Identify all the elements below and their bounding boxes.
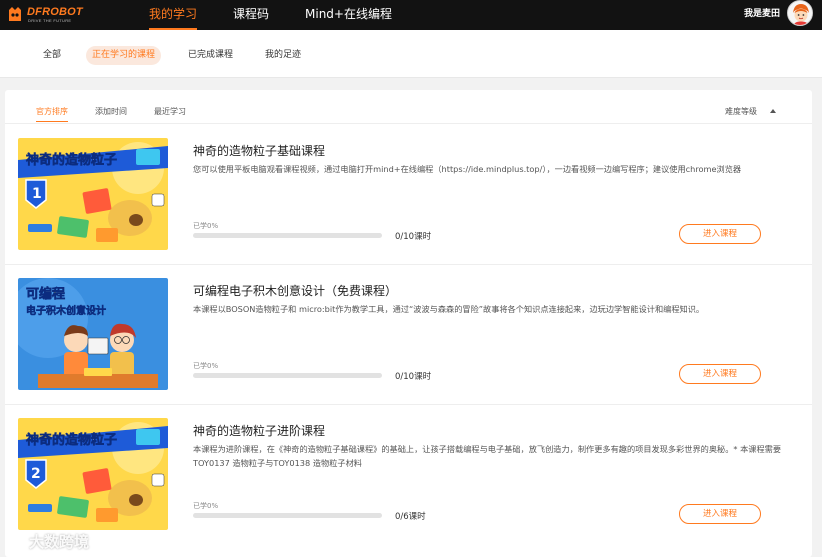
- thumb-title-line2: 电子积木创意设计: [26, 304, 106, 317]
- nav-my-learning[interactable]: 我的学习: [149, 0, 198, 30]
- sort-up-arrow-icon[interactable]: [770, 109, 776, 113]
- logo-wordmark: DFROBOT: [27, 6, 83, 18]
- course-description: 本课程为进阶课程，在《神奇的造物粒子基础课程》的基础上，让孩子搭载编程与电子基础…: [193, 444, 782, 468]
- filter-completed[interactable]: 已完成课程: [188, 46, 233, 65]
- enter-course-button[interactable]: 进入课程: [679, 504, 761, 524]
- course-card: 神奇的造物粒子 2 神奇的造物粒子进阶课程 本课程为进阶课程，在《神奇的造物粒子…: [5, 405, 812, 545]
- dfrobot-logo[interactable]: DFROBOT DRIVE THE FUTURE: [6, 4, 98, 26]
- avatar-icon: [788, 1, 812, 25]
- lesson-count: 0/6课时: [395, 512, 426, 522]
- sort-official[interactable]: 官方排序: [36, 106, 68, 122]
- lesson-count: 0/10课时: [395, 372, 432, 382]
- nav-mindplus-online[interactable]: Mind+在线编程: [305, 0, 392, 30]
- filter-my-footprints[interactable]: 我的足迹: [265, 46, 301, 65]
- enter-course-button[interactable]: 进入课程: [679, 224, 761, 244]
- course-title[interactable]: 神奇的造物粒子基础课程: [193, 142, 325, 159]
- course-card: 可编程 电子积木创意设计 可编程电子积木创意设计（免费课程） 本课程以BOSON…: [5, 265, 812, 405]
- filter-all[interactable]: 全部: [43, 46, 61, 65]
- filter-in-progress[interactable]: 正在学习的课程: [86, 46, 162, 65]
- thumb-title: 神奇的造物粒子: [26, 152, 117, 168]
- sort-bar: 官方排序 添加时间 最近学习 难度等级: [5, 90, 812, 124]
- progress-label: 已学0%: [193, 502, 219, 510]
- watermark-text: 大数跨境: [29, 533, 90, 551]
- thumb-number: 2: [31, 466, 41, 482]
- progress-label: 已学0%: [193, 222, 219, 230]
- course-filter-nav: 全部 正在学习的课程 已完成课程 我的足迹: [0, 30, 822, 78]
- user-avatar[interactable]: [787, 0, 813, 26]
- course-description: 您可以使用平板电脑观看课程视频，通过电脑打开mind+在线编程（https://…: [193, 164, 742, 174]
- robot-logo-icon: [9, 7, 21, 21]
- enter-course-button[interactable]: 进入课程: [679, 364, 761, 384]
- top-navbar: DFROBOT DRIVE THE FUTURE 我的学习 课程码 Mind+在…: [0, 0, 822, 30]
- progress-bar: [193, 373, 382, 378]
- course-thumbnail[interactable]: 神奇的造物粒子 1: [18, 138, 168, 250]
- course-thumbnail[interactable]: 可编程 电子积木创意设计: [18, 278, 168, 390]
- thumb-title: 神奇的造物粒子: [26, 432, 117, 448]
- course-description: 本课程以BOSON造物粒子和 micro:bit作为教学工具，通过“波波与森森的…: [193, 304, 705, 314]
- sort-added-time[interactable]: 添加时间: [95, 106, 127, 117]
- watermark: 大数跨境: [6, 531, 89, 551]
- logo-tagline: DRIVE THE FUTURE: [28, 18, 72, 23]
- course-card: 神奇的造物粒子 1 神奇的造物粒子基础课程 您可以使用平板电脑观看课程视频，通过…: [5, 125, 812, 265]
- sort-difficulty[interactable]: 难度等级: [725, 106, 757, 117]
- nav-course-code[interactable]: 课程码: [233, 0, 269, 30]
- progress-bar: [193, 513, 382, 518]
- course-title[interactable]: 可编程电子积木创意设计（免费课程）: [193, 282, 397, 299]
- course-title[interactable]: 神奇的造物粒子进阶课程: [193, 422, 325, 439]
- user-name[interactable]: 我是麦田: [744, 0, 780, 30]
- thumb-title-line1: 可编程: [26, 286, 65, 302]
- course-thumbnail[interactable]: 神奇的造物粒子 2: [18, 418, 168, 530]
- thumb-number: 1: [32, 186, 42, 202]
- sort-recent[interactable]: 最近学习: [154, 106, 186, 117]
- progress-bar: [193, 233, 382, 238]
- course-list-panel: 官方排序 添加时间 最近学习 难度等级 神奇的造物粒子 1 神奇的造物粒子基础课…: [5, 90, 812, 557]
- progress-label: 已学0%: [193, 362, 219, 370]
- watermark-logo-icon: [6, 536, 26, 549]
- lesson-count: 0/10课时: [395, 232, 432, 242]
